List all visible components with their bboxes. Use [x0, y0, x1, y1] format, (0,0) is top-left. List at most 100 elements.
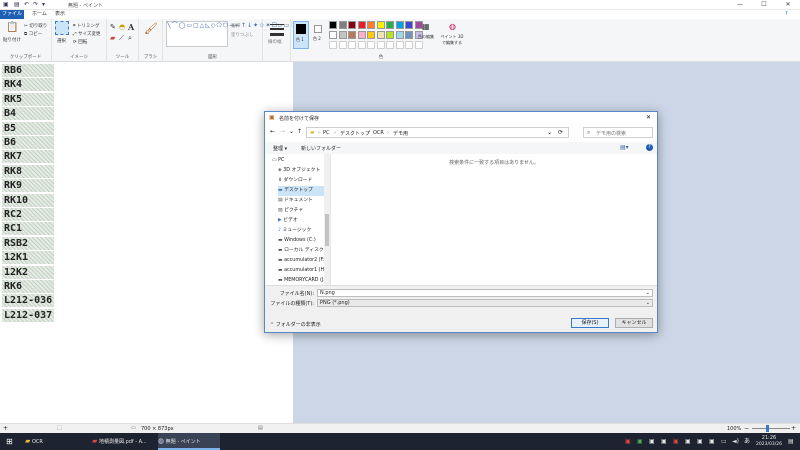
search-box[interactable]: ⌕ デモ用の検索	[583, 127, 653, 138]
fill-bucket-icon[interactable]: ◓	[119, 23, 125, 31]
tray-app-icon[interactable]: ▣	[685, 433, 691, 450]
tab-home[interactable]: ホーム	[27, 10, 52, 19]
magnifier-icon[interactable]: ⌕	[128, 34, 132, 43]
up-arrow-icon[interactable]: ↑	[297, 128, 302, 135]
start-button[interactable]: ⊞	[6, 433, 13, 450]
shapes-gallery[interactable]: ╲⌒◯▭▢△◺◇⬠⬡→←↑↓✦☆✶☐▱▭♡⚡	[166, 21, 301, 47]
nav-item[interactable]: ♪ ミュージック	[278, 226, 324, 236]
zoom-slider-thumb[interactable]	[766, 425, 769, 432]
custom-color-swatch[interactable]	[348, 41, 356, 49]
edit-colors-button[interactable]: 色の編集	[418, 34, 434, 40]
nav-item[interactable]: ◈ 3D オブジェクト	[278, 166, 324, 176]
color-swatch[interactable]	[348, 21, 356, 29]
clock[interactable]: 21:26 2023/03/26	[752, 433, 786, 450]
color-swatch[interactable]	[367, 21, 375, 29]
dialog-close-button[interactable]: ✕	[646, 114, 651, 121]
tab-file[interactable]: ファイル	[0, 10, 24, 19]
color-swatch[interactable]	[329, 21, 337, 29]
color-swatch[interactable]	[348, 31, 356, 39]
nav-item[interactable]: ▶ ビデオ	[278, 216, 324, 226]
breadcrumb-demo[interactable]: デモ用	[393, 130, 408, 137]
view-options-icon[interactable]: ▤▾	[620, 144, 629, 151]
custom-color-swatch[interactable]	[367, 41, 375, 49]
custom-color-swatch[interactable]	[395, 41, 404, 49]
color-swatch[interactable]	[367, 31, 375, 39]
tray-app-icon[interactable]: ▣	[709, 433, 715, 450]
taskbar-item-paint[interactable]: ◍ 無題 - ペイント	[158, 433, 220, 450]
custom-color-swatch[interactable]	[386, 41, 394, 49]
nav-item[interactable]: ⬇ ダウンロード	[278, 176, 324, 186]
paste-icon[interactable]: 📋	[6, 22, 18, 33]
tray-app-icon[interactable]: ▣	[661, 433, 667, 450]
undo-icon[interactable]: ↶	[24, 1, 29, 8]
refresh-icon[interactable]: ⟳	[558, 129, 563, 136]
resize-button[interactable]: ⤢ サイズ変更	[73, 31, 100, 37]
quick-access-dropdown-icon[interactable]: ▾	[42, 1, 45, 8]
paint3d-button[interactable]: ペイント 3D で編集する	[438, 34, 466, 46]
save-quick-icon[interactable]: ▤	[14, 1, 20, 8]
save-button[interactable]: 保存(S)	[571, 318, 609, 328]
taskbar-item-pdf[interactable]: ▰ 地積測量図.pdf - A...	[92, 433, 154, 450]
file-type-select[interactable]: PNG (*.png) ⌄	[317, 299, 653, 307]
nav-item[interactable]: ▬ MEMORYCARD (J:)	[278, 276, 327, 285]
breadcrumb-ocr[interactable]: OCR	[373, 130, 384, 136]
nav-item[interactable]: ▬ accumulator1 (H:)	[278, 266, 328, 276]
file-name-input[interactable]: N.png ⌄	[317, 289, 653, 297]
custom-color-swatch[interactable]	[357, 41, 366, 49]
network-icon[interactable]: ▭	[721, 433, 727, 450]
color2-button[interactable]: 色 2	[312, 21, 326, 49]
tray-app-icon[interactable]: ▣	[673, 433, 679, 450]
rotate-button[interactable]: ⟳ 回転	[73, 39, 87, 45]
help-icon[interactable]: ?	[646, 144, 653, 151]
color-swatch[interactable]	[386, 21, 394, 29]
size-button[interactable]: 線の幅	[268, 39, 282, 45]
shape-outline-button[interactable]: 輪郭	[231, 23, 240, 29]
select-button[interactable]: 選択	[57, 38, 66, 44]
crop-button[interactable]: ⌗ トリミング	[73, 23, 99, 29]
new-folder-button[interactable]: 新しいフォルダー	[301, 145, 341, 152]
paint3d-icon[interactable]: ◍	[449, 22, 456, 31]
tray-app-icon[interactable]: ▣	[649, 433, 655, 450]
nav-item[interactable]: ▬ ローカル ディスク (D:)	[278, 246, 330, 256]
color-swatch[interactable]	[376, 21, 385, 29]
redo-icon[interactable]: ↷	[33, 1, 38, 8]
pencil-icon[interactable]: ✎	[110, 23, 116, 31]
color-swatch[interactable]	[338, 31, 347, 39]
ime-icon[interactable]: あ	[744, 433, 750, 450]
hide-folders-toggle[interactable]: ⌃ フォルダーの非表示	[270, 321, 321, 328]
file-type-dropdown-icon[interactable]: ⌄	[646, 300, 650, 306]
nav-item[interactable]: ▬ accumulator2 (F:)	[278, 256, 326, 266]
color1-button[interactable]: 色 1	[293, 21, 309, 49]
file-name-dropdown-icon[interactable]: ⌄	[646, 290, 650, 296]
recent-chevron-icon[interactable]: ⌄	[289, 128, 294, 135]
nav-item[interactable]: ▨ ピクチャ	[278, 206, 324, 216]
taskbar-item-ocr[interactable]: ▰ OCR	[25, 433, 87, 450]
maximize-button[interactable]: ☐	[752, 0, 776, 10]
eraser-icon[interactable]: ▰	[110, 34, 115, 42]
paste-button[interactable]: 貼り付け	[3, 37, 21, 43]
drawing-canvas[interactable]: RB6 RK4 RK5 B4 B5 B6 RK7 RK8 RK9 RK10 RC2 RC1 RSB2 12…	[0, 62, 293, 423]
custom-color-swatch[interactable]	[376, 41, 385, 49]
forward-arrow-icon[interactable]: →	[280, 128, 285, 135]
color-swatch[interactable]	[405, 21, 413, 29]
notification-icon[interactable]: ▤	[788, 433, 794, 450]
nav-item[interactable]: ▬ Windows (C:)	[278, 236, 324, 246]
custom-color-swatch[interactable]	[405, 41, 413, 49]
tray-app-icon[interactable]: ▣	[697, 433, 703, 450]
tab-view[interactable]: 表示	[50, 10, 70, 19]
color-picker-icon[interactable]: ⟋	[119, 34, 124, 43]
color-swatch[interactable]	[338, 21, 347, 29]
color-swatch[interactable]	[395, 21, 404, 29]
close-button[interactable]: ✕	[776, 0, 800, 10]
address-bar[interactable]: ▰ › PC › デスクトップ › OCR › デモ用 ⌄ ⟳	[306, 127, 569, 138]
color-swatch[interactable]	[376, 31, 385, 39]
brush-icon[interactable]: 🖌	[144, 22, 158, 35]
zoom-out-button[interactable]: −	[744, 425, 749, 432]
color-swatch[interactable]	[386, 31, 394, 39]
zoom-in-button[interactable]: +	[791, 425, 796, 432]
organize-button[interactable]: 整理 ▾	[273, 145, 287, 152]
tray-app-icon[interactable]: ▣	[637, 433, 643, 450]
edit-colors-icon[interactable]: ▦	[422, 22, 430, 31]
shape-fill-button[interactable]: 塗りつぶし	[231, 32, 254, 38]
color-swatch[interactable]	[329, 31, 337, 39]
